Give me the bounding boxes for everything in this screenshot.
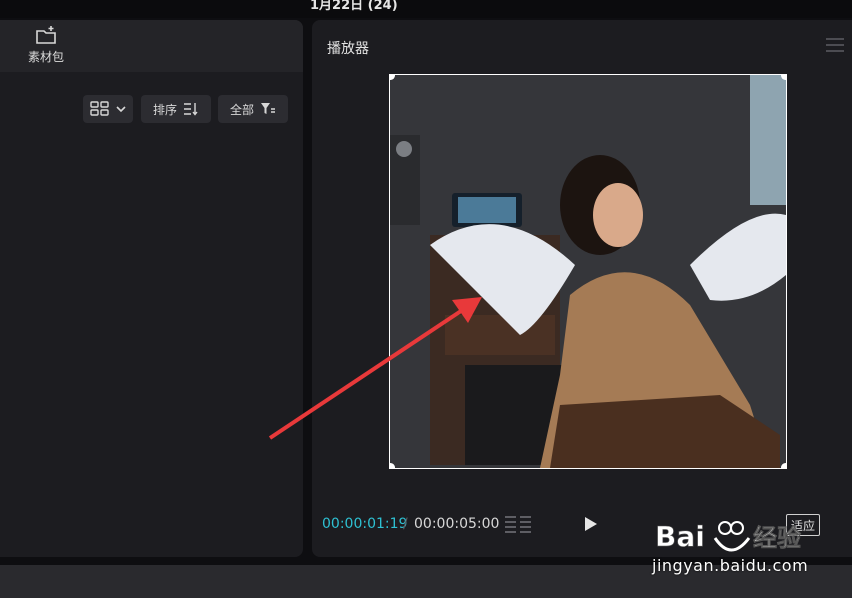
video-preview[interactable] bbox=[389, 74, 787, 469]
view-mode-button[interactable] bbox=[83, 95, 133, 123]
svg-text:经验: 经验 bbox=[753, 524, 801, 552]
top-bar: 1月22日 (24) bbox=[0, 0, 852, 18]
chevron-down-icon bbox=[116, 106, 126, 113]
tab-asset-pack[interactable]: 素材包 bbox=[10, 24, 82, 72]
player-panel: 播放器 00:00:01:19 / 00:00:05:00 适应 bbox=[312, 20, 852, 557]
tab-asset-pack-label: 素材包 bbox=[27, 50, 64, 64]
play-icon[interactable] bbox=[580, 514, 600, 534]
svg-text:Bai: Bai bbox=[655, 520, 705, 553]
filter-icon bbox=[261, 103, 275, 114]
media-panel: 素材包 排序 全部 bbox=[0, 20, 303, 557]
timecode-format-icon[interactable] bbox=[504, 514, 532, 534]
resize-handle-bottom-right[interactable] bbox=[781, 463, 786, 468]
video-frame-image bbox=[390, 75, 786, 468]
filter-label: 全部 bbox=[229, 102, 254, 117]
sort-label: 排序 bbox=[152, 102, 177, 117]
current-time: 00:00:01:19 bbox=[322, 516, 408, 532]
grid-view-icon bbox=[90, 101, 109, 116]
watermark-url: jingyan.baidu.com bbox=[652, 556, 809, 575]
sort-icon bbox=[184, 103, 198, 116]
player-title: 播放器 bbox=[327, 41, 369, 57]
media-panel-header: 素材包 bbox=[0, 20, 303, 72]
draft-title: 1月22日 (24) bbox=[310, 0, 398, 13]
menu-icon[interactable] bbox=[826, 38, 844, 52]
filter-button[interactable]: 全部 bbox=[218, 95, 288, 123]
total-time: 00:00:05:00 bbox=[414, 516, 500, 532]
time-separator: / bbox=[403, 516, 408, 532]
sort-button[interactable]: 排序 bbox=[141, 95, 211, 123]
folder-add-icon bbox=[36, 26, 56, 44]
